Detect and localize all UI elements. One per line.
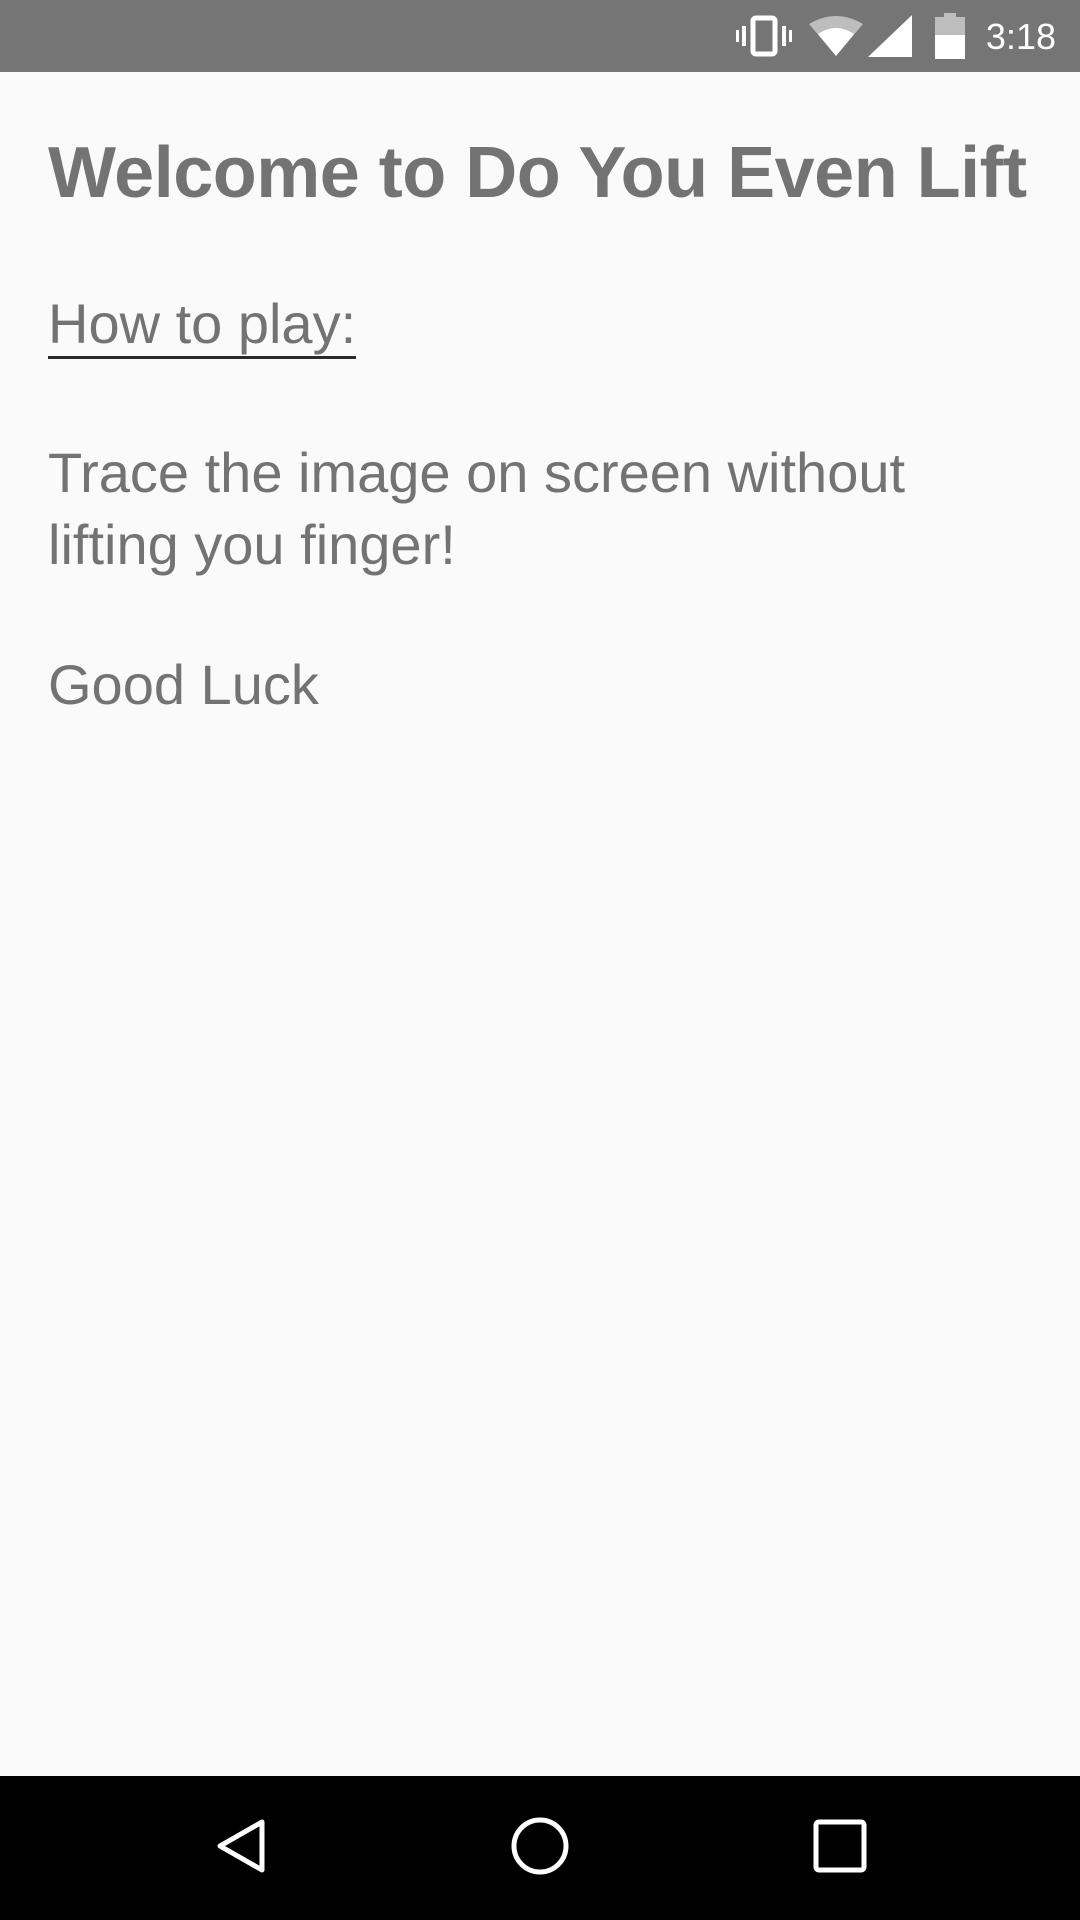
instructions-text: Trace the image on screen without liftin… <box>48 441 906 576</box>
wifi-icon <box>808 0 864 72</box>
how-to-play-heading: How to play: <box>48 292 357 360</box>
recents-button[interactable] <box>750 1776 930 1920</box>
battery-icon <box>930 0 970 72</box>
back-button[interactable] <box>150 1776 330 1920</box>
status-bar: 3:18 <box>0 0 1080 72</box>
back-icon <box>210 1816 270 1881</box>
home-button[interactable] <box>450 1776 630 1920</box>
page-title: Welcome to Do You Even Lift <box>48 133 1027 213</box>
cell-signal-icon <box>866 0 914 72</box>
vibrate-icon <box>736 0 792 72</box>
home-icon <box>509 1815 571 1882</box>
status-time: 3:18 <box>985 16 1056 57</box>
good-luck-text: Good Luck <box>48 653 319 716</box>
recents-icon <box>812 1818 868 1879</box>
navigation-bar <box>0 1776 1080 1920</box>
